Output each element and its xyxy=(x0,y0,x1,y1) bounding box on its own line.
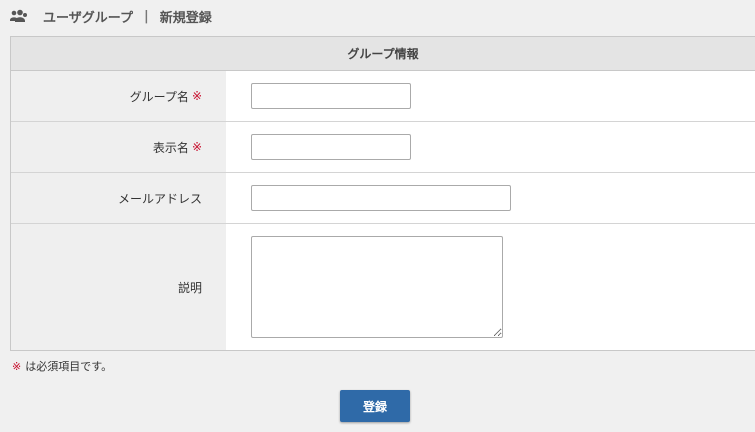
register-button[interactable]: 登録 xyxy=(340,390,410,422)
form-row-display-name: 表示名 ※ xyxy=(11,122,755,173)
field-cell xyxy=(226,71,755,121)
required-mark: ※ xyxy=(191,140,202,154)
page-title: 新規登録 xyxy=(159,10,212,26)
field-label-cell: 表示名 ※ xyxy=(11,122,226,172)
description-textarea[interactable] xyxy=(251,236,503,338)
title-separator: | xyxy=(143,8,149,24)
form-row-group-name: グループ名 ※ xyxy=(11,71,755,122)
group-name-label: グループ名 xyxy=(129,89,189,104)
field-label-cell: メールアドレス xyxy=(11,173,226,223)
field-cell xyxy=(226,224,755,350)
description-label: 説明 xyxy=(177,280,202,295)
form-row-email: メールアドレス xyxy=(11,173,755,224)
section-title: ユーザグループ xyxy=(43,10,133,26)
page-header: ユーザグループ | 新規登録 xyxy=(10,6,212,26)
email-label: メールアドレス xyxy=(117,191,202,206)
field-cell xyxy=(226,173,755,223)
required-note-text: は必須項目です。 xyxy=(25,360,113,373)
required-note: ※ は必須項目です。 xyxy=(12,358,112,374)
required-mark: ※ xyxy=(191,89,202,103)
display-name-label: 表示名 xyxy=(152,140,189,155)
form-heading: グループ情報 xyxy=(11,37,755,71)
field-cell xyxy=(226,122,755,172)
required-mark: ※ xyxy=(12,360,22,373)
field-label-cell: 説明 xyxy=(11,224,226,350)
group-name-input[interactable] xyxy=(251,83,411,109)
display-name-input[interactable] xyxy=(251,134,411,160)
field-label-cell: グループ名 ※ xyxy=(11,71,226,121)
form-row-description: 説明 xyxy=(11,224,755,350)
group-form-table: グループ情報 グループ名 ※ 表示名 ※ メールアドレス 説明 xyxy=(10,36,755,351)
users-icon xyxy=(10,9,28,23)
email-input[interactable] xyxy=(251,185,511,211)
